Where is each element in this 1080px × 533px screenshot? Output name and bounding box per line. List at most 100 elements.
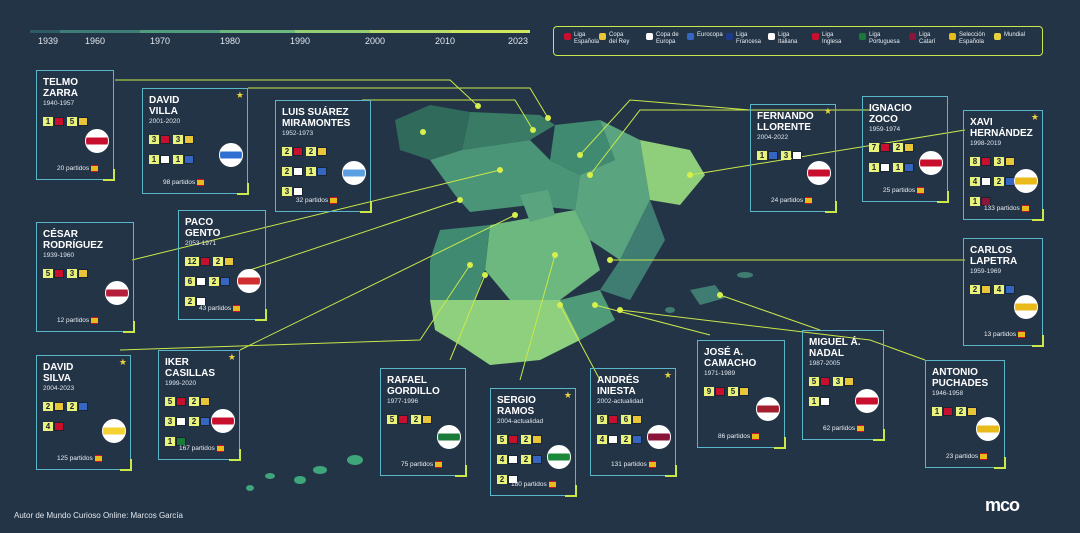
partidos-count: 23 partidos (946, 453, 988, 460)
spain-flag-icon (805, 197, 813, 204)
card-corner-accent (1032, 209, 1044, 221)
trophy-count: 4 (994, 285, 1004, 295)
spain-flag-icon (94, 455, 102, 462)
partidos-text: 86 partidos (718, 433, 751, 441)
trophy-item: 1 (932, 403, 956, 421)
trophy-count: 1 (869, 163, 879, 173)
trophy-count: 2 (956, 407, 966, 417)
partidos-count: 125 partidos (57, 455, 102, 462)
partidos-count: 32 partidos (296, 197, 338, 205)
partidos-text: 62 partidos (823, 425, 856, 433)
trophy-count: 1 (165, 437, 175, 447)
trophy-count: 5 (387, 415, 397, 425)
spain-flag-icon (233, 305, 241, 312)
trophy-list: 53 (43, 265, 95, 285)
inglesa-trophy-icon (54, 422, 64, 432)
trophy-item: 1 (757, 147, 781, 165)
trophy-count: 2 (67, 402, 77, 412)
trophy-count: 1 (306, 167, 316, 177)
trophy-item: 6 (185, 273, 209, 291)
trophy-list: 13 (757, 147, 809, 167)
trophy-list: 12 2 6 2 2 (185, 253, 237, 313)
player-years: 2004-actualidad (497, 418, 544, 425)
player-name: LUIS SUÁREZ MIRAMONTES (282, 107, 351, 129)
trophy-count: 7 (869, 143, 879, 153)
leon-flag-icon (105, 281, 129, 305)
liga-trophy-icon (176, 397, 186, 407)
card-corner-accent (937, 191, 949, 203)
trophy-list: 5 3 1 (809, 373, 861, 413)
partidos-text: 131 partidos (611, 461, 647, 469)
player-card: IGNACIO ZOCO 1959-1974 7 2 1 1 25 partidos (862, 96, 949, 203)
player-years: 1998-2019 (970, 140, 1002, 147)
trophy-count: 5 (728, 387, 738, 397)
trophy-item: 2 (521, 451, 545, 469)
player-years: 1939-1960 (43, 252, 75, 259)
copa-trophy-icon (981, 285, 991, 295)
trophy-item: 2 (956, 403, 980, 421)
mundial-star-icon: ★ (1030, 112, 1039, 122)
spain-flag-icon (548, 481, 556, 488)
card-corner-accent (103, 169, 115, 181)
trophy-item: 9 (704, 383, 728, 401)
trophy-item: 2 (893, 139, 917, 157)
trophy-item: 4 (43, 418, 67, 436)
partidos-text: 12 partidos (57, 317, 90, 325)
partidos-count: 133 partidos (984, 205, 1029, 212)
player-years: 1952-1973 (282, 130, 314, 137)
copa-trophy-icon (967, 407, 977, 417)
partidos-text: 32 partidos (296, 197, 329, 205)
trophy-count: 1 (149, 155, 159, 165)
partidos-text: 167 partidos (179, 445, 215, 453)
champions-trophy-icon (608, 435, 618, 445)
trophy-count: 2 (189, 417, 199, 427)
trophy-count: 5 (497, 435, 507, 445)
copa-trophy-icon (317, 147, 327, 157)
trophy-list: 2 2 2 1 3 (282, 143, 334, 203)
copa-trophy-icon (632, 415, 642, 425)
castilla-la-mancha-flag-icon (647, 425, 671, 449)
trophy-list: 3 3 1 1 (149, 131, 201, 171)
partidos-text: 20 partidos (57, 165, 90, 173)
card-corner-accent (565, 485, 577, 497)
player-name: XAVI HERNÁNDEZ (970, 117, 1033, 139)
mundial-star-icon: ★ (235, 90, 244, 100)
partidos-count: 75 partidos (401, 461, 443, 468)
map-canarias-2 (313, 466, 327, 474)
champions-trophy-icon (293, 167, 303, 177)
liga-trophy-icon (943, 407, 953, 417)
player-card: CÉSAR RODRÍGUEZ 1939-1960 5 3 12 partidos (36, 222, 135, 333)
player-years: 1959-1969 (970, 268, 1002, 275)
trophy-item: 3 (165, 413, 189, 431)
partidos-count: 12 partidos (57, 317, 99, 325)
card-corner-accent (120, 459, 132, 471)
spain-flag-icon (435, 461, 443, 468)
map-canarias-3 (294, 476, 306, 484)
trophy-count: 4 (597, 435, 607, 445)
trophy-item: 2 (189, 393, 213, 411)
card-corner-accent (873, 429, 885, 441)
murcia-flag-icon (756, 397, 780, 421)
liga-trophy-icon (160, 135, 170, 145)
trophy-count: 3 (781, 151, 791, 161)
player-card: RAFAEL GORDILLO 1977-1996 5 2 75 partidos (380, 368, 467, 477)
trophy-item: 2 (970, 281, 994, 299)
trophy-count: 1 (932, 407, 942, 417)
spain-flag-icon (330, 197, 338, 204)
player-years: 1959-1974 (869, 126, 901, 133)
trophy-count: 2 (209, 277, 219, 287)
player-card: LUIS SUÁREZ MIRAMONTES 1952-1973 2 2 2 1 3 32 p… (275, 100, 372, 213)
partidos-count: 13 partidos (984, 331, 1026, 338)
champions-trophy-icon (160, 155, 170, 165)
copa-trophy-icon (532, 435, 542, 445)
player-name: CARLOS LAPETRA (970, 245, 1018, 267)
mundial-star-icon: ★ (227, 352, 236, 362)
map-ibiza (665, 307, 675, 313)
trophy-list: 24 (970, 281, 1022, 301)
player-years: 2004-2022 (757, 134, 789, 141)
spain-flag-icon (91, 317, 99, 324)
copa-trophy-icon (844, 377, 854, 387)
liga-trophy-icon (981, 157, 991, 167)
trophy-item: 1 (173, 151, 197, 169)
trophy-count: 2 (282, 147, 292, 157)
